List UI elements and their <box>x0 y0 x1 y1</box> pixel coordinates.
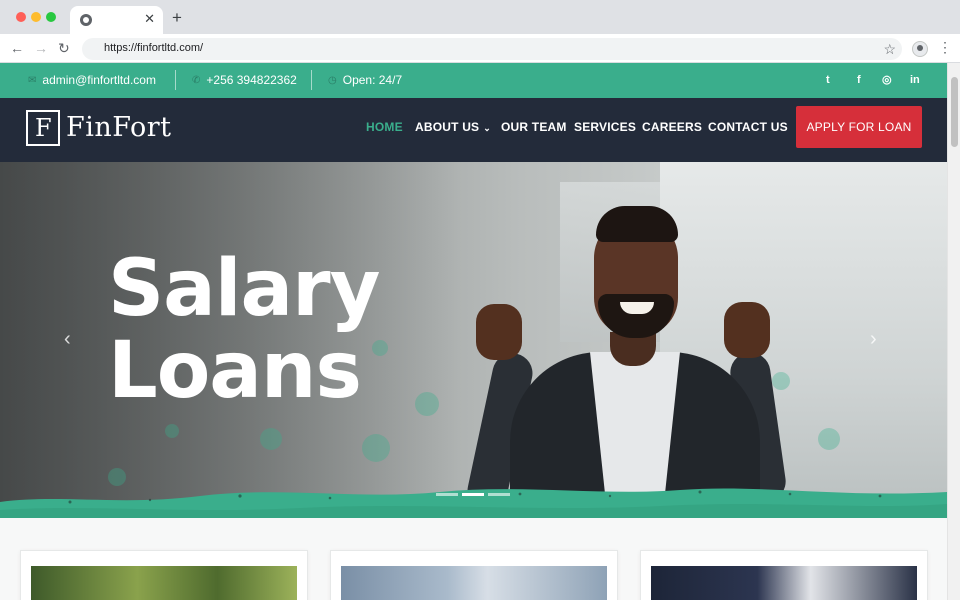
hero-slider: Salary Loans ‹ › <box>0 162 947 518</box>
window-minimize-button[interactable] <box>31 12 41 22</box>
feature-cards-section <box>0 518 947 600</box>
nav-about-us[interactable]: ABOUT US ⌄ <box>415 120 491 134</box>
feature-card[interactable] <box>640 550 928 600</box>
hours-text: Open: 24/7 <box>342 73 403 87</box>
hero-title-line: Loans <box>108 326 362 416</box>
person-fist <box>476 304 522 360</box>
browser-tab[interactable]: ✕ <box>70 6 163 34</box>
nav-contact-us[interactable]: CONTACT US <box>708 120 788 134</box>
nav-careers[interactable]: CAREERS <box>642 120 702 134</box>
window-maximize-button[interactable] <box>46 12 56 22</box>
slider-dot[interactable] <box>436 493 458 496</box>
bookmark-star-icon[interactable]: ☆ <box>883 40 896 58</box>
person-fist <box>724 302 770 358</box>
website-viewport: ✉ admin@finfortltd.com ✆ +256 394822362 … <box>0 63 947 600</box>
phone-text[interactable]: +256 394822362 <box>206 73 296 87</box>
feature-card[interactable] <box>330 550 618 600</box>
nav-home[interactable]: HOME <box>366 120 403 134</box>
apply-for-loan-button[interactable]: APPLY FOR LOAN <box>796 106 922 148</box>
chrome-favicon-icon <box>80 14 92 26</box>
clock-icon: ◷ <box>328 74 337 86</box>
feature-card[interactable] <box>20 550 308 600</box>
nav-services[interactable]: SERVICES <box>574 120 636 134</box>
logo-text[interactable]: FinFort <box>66 112 172 144</box>
window-close-button[interactable] <box>16 12 26 22</box>
bokeh-dot <box>165 424 179 438</box>
facebook-icon[interactable]: f <box>857 74 861 87</box>
scrollbar-thumb[interactable] <box>951 77 958 147</box>
hero-title-line: Salary <box>108 244 380 334</box>
bokeh-dot <box>818 428 840 450</box>
topbar-divider <box>311 70 312 90</box>
instagram-icon[interactable]: ◎ <box>882 74 892 87</box>
slider-dot-active[interactable] <box>462 493 484 496</box>
slider-prev-arrow-icon[interactable]: ‹ <box>64 328 71 350</box>
card-image <box>31 566 297 600</box>
forward-arrow-icon[interactable]: → <box>34 40 48 56</box>
card-image <box>651 566 917 600</box>
hero-brush-wave <box>0 488 947 518</box>
phone-icon: ✆ <box>192 74 201 86</box>
browser-menu-icon[interactable]: ⋮ <box>938 39 952 55</box>
reload-icon[interactable]: ↻ <box>58 40 70 56</box>
slider-next-arrow-icon[interactable]: › <box>870 328 877 350</box>
card-image <box>341 566 607 600</box>
topbar-hours: ◷ Open: 24/7 <box>328 73 402 87</box>
hero-person-image <box>463 202 790 518</box>
twitter-icon[interactable]: t <box>826 74 830 87</box>
person-hair <box>596 206 678 242</box>
contact-topbar: ✉ admin@finfortltd.com ✆ +256 394822362 … <box>0 63 947 98</box>
bokeh-dot <box>362 434 390 462</box>
new-tab-button[interactable]: + <box>172 9 182 27</box>
nav-about-us-label: ABOUT US <box>415 120 480 134</box>
email-text[interactable]: admin@finfortltd.com <box>42 73 156 87</box>
topbar-divider <box>175 70 176 90</box>
topbar-phone[interactable]: ✆ +256 394822362 <box>192 73 297 87</box>
slider-dots <box>436 493 510 496</box>
logo-letter: F <box>35 114 52 142</box>
page-scrollbar[interactable] <box>947 63 960 600</box>
tab-close-icon[interactable]: ✕ <box>144 11 155 27</box>
bokeh-dot <box>415 392 439 416</box>
nav-our-team[interactable]: OUR TEAM <box>501 120 567 134</box>
profile-avatar-icon[interactable] <box>912 41 928 57</box>
topbar-email[interactable]: ✉ admin@finfortltd.com <box>28 73 156 87</box>
main-navbar: F FinFort HOME ABOUT US ⌄ OUR TEAM SERVIC… <box>0 98 947 162</box>
linkedin-icon[interactable]: in <box>910 74 920 87</box>
slider-dot[interactable] <box>488 493 510 496</box>
bokeh-dot <box>260 428 282 450</box>
url-text[interactable]: https://finfortltd.com/ <box>104 42 203 54</box>
chevron-down-icon: ⌄ <box>483 123 492 133</box>
back-arrow-icon[interactable]: ← <box>10 40 24 56</box>
envelope-icon: ✉ <box>28 74 37 86</box>
browser-tab-strip: ✕ + <box>0 0 960 34</box>
browser-toolbar: ← → ↻ https://finfortltd.com/ ☆ <box>0 34 960 63</box>
logo-mark[interactable]: F <box>26 110 60 146</box>
address-bar[interactable]: https://finfortltd.com/ ☆ <box>82 38 902 60</box>
hero-title: Salary Loans <box>108 248 380 412</box>
